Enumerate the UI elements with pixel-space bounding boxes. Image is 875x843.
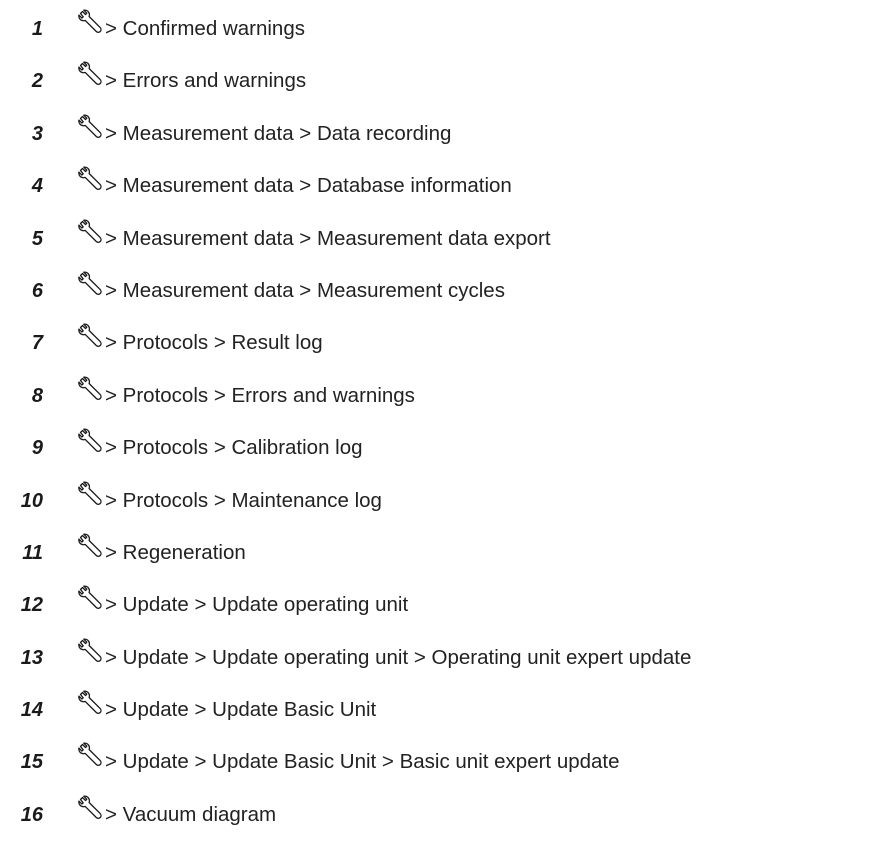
list-item: 16 > Vacuum diagram xyxy=(0,791,875,843)
list-item: 8 > Protocols > Errors and warnings xyxy=(0,372,875,424)
menu-path-text: > Protocols > Calibration log xyxy=(105,436,363,460)
item-number: 1 xyxy=(31,18,43,40)
menu-path-text: > Measurement data > Data recording xyxy=(105,121,452,145)
menu-path-text: > Update > Update Basic Unit xyxy=(105,698,377,722)
item-number: 5 xyxy=(31,227,43,250)
menu-path-text: > Errors and warnings xyxy=(105,69,307,93)
list-item: 5 > Measurement data > Measurement data … xyxy=(0,215,875,267)
menu-path-text: > Protocols > Result log xyxy=(105,331,323,355)
wrench-icon xyxy=(77,114,103,140)
menu-path-text: > Update > Update operating unit xyxy=(105,593,409,617)
item-number: 11 xyxy=(22,541,43,564)
item-number: 8 xyxy=(31,384,43,407)
wrench-icon xyxy=(77,481,103,507)
list-item: 9 > Protocols > Calibration log xyxy=(0,424,875,476)
menu-path-text: > Protocols > Errors and warnings xyxy=(105,383,415,407)
item-number: 9 xyxy=(31,437,43,460)
item-number: 16 xyxy=(20,803,43,826)
item-number: 13 xyxy=(20,646,43,669)
list-item: 13 > Update > Update operating unit > Op… xyxy=(0,634,875,686)
wrench-icon xyxy=(77,219,103,245)
wrench-icon xyxy=(77,376,103,402)
wrench-icon xyxy=(77,690,103,716)
item-number: 15 xyxy=(20,751,43,774)
menu-path-text: > Update > Update operating unit > Opera… xyxy=(105,645,692,669)
wrench-icon xyxy=(77,9,103,35)
menu-path-text: > Vacuum diagram xyxy=(105,802,277,826)
menu-path-text: > Measurement data > Measurement data ex… xyxy=(105,226,551,250)
list-item: 10 > Protocols > Maintenance log xyxy=(0,477,875,529)
wrench-icon xyxy=(77,271,103,297)
wrench-icon xyxy=(77,795,103,821)
wrench-icon xyxy=(77,585,103,611)
list-item: 14 > Update > Update Basic Unit xyxy=(0,686,875,738)
item-number: 7 xyxy=(31,332,43,355)
item-number: 6 xyxy=(31,279,43,302)
menu-path-text: > Measurement data > Database informatio… xyxy=(105,174,512,198)
list-item: 2 > Errors and warnings xyxy=(0,57,875,109)
wrench-icon xyxy=(77,166,103,192)
list-item: 6 > Measurement data > Measurement cycle… xyxy=(0,267,875,319)
list-item: 15 > Update > Update Basic Unit > Basic … xyxy=(0,738,875,790)
item-number: 3 xyxy=(31,122,43,145)
list-item: 4 > Measurement data > Database informat… xyxy=(0,162,875,214)
list-item: 11 > Regeneration xyxy=(0,529,875,581)
wrench-icon xyxy=(77,428,103,454)
menu-path-text: > Update > Update Basic Unit > Basic uni… xyxy=(105,750,620,774)
wrench-icon xyxy=(77,638,103,664)
item-number: 4 xyxy=(31,175,43,198)
wrench-icon xyxy=(77,533,103,559)
list-item: 12 > Update > Update operating unit xyxy=(0,581,875,633)
menu-path-text: > Confirmed warnings xyxy=(105,17,305,40)
list-item: 7 > Protocols > Result log xyxy=(0,319,875,371)
item-number: 14 xyxy=(20,699,43,722)
menu-path-text: > Measurement data > Measurement cycles xyxy=(105,278,505,302)
wrench-icon xyxy=(77,61,103,87)
menu-path-text: > Regeneration xyxy=(105,540,246,564)
item-number: 10 xyxy=(20,489,43,512)
menu-path-list: 1 > Confirmed warnings 2 > Errors and wa… xyxy=(0,5,875,843)
menu-path-text: > Protocols > Maintenance log xyxy=(105,488,382,512)
list-item: 1 > Confirmed warnings xyxy=(0,5,875,57)
list-item: 3 > Measurement data > Data recording xyxy=(0,110,875,162)
item-number: 12 xyxy=(20,594,43,617)
wrench-icon xyxy=(77,742,103,768)
wrench-icon xyxy=(77,323,103,349)
item-number: 2 xyxy=(31,70,43,93)
